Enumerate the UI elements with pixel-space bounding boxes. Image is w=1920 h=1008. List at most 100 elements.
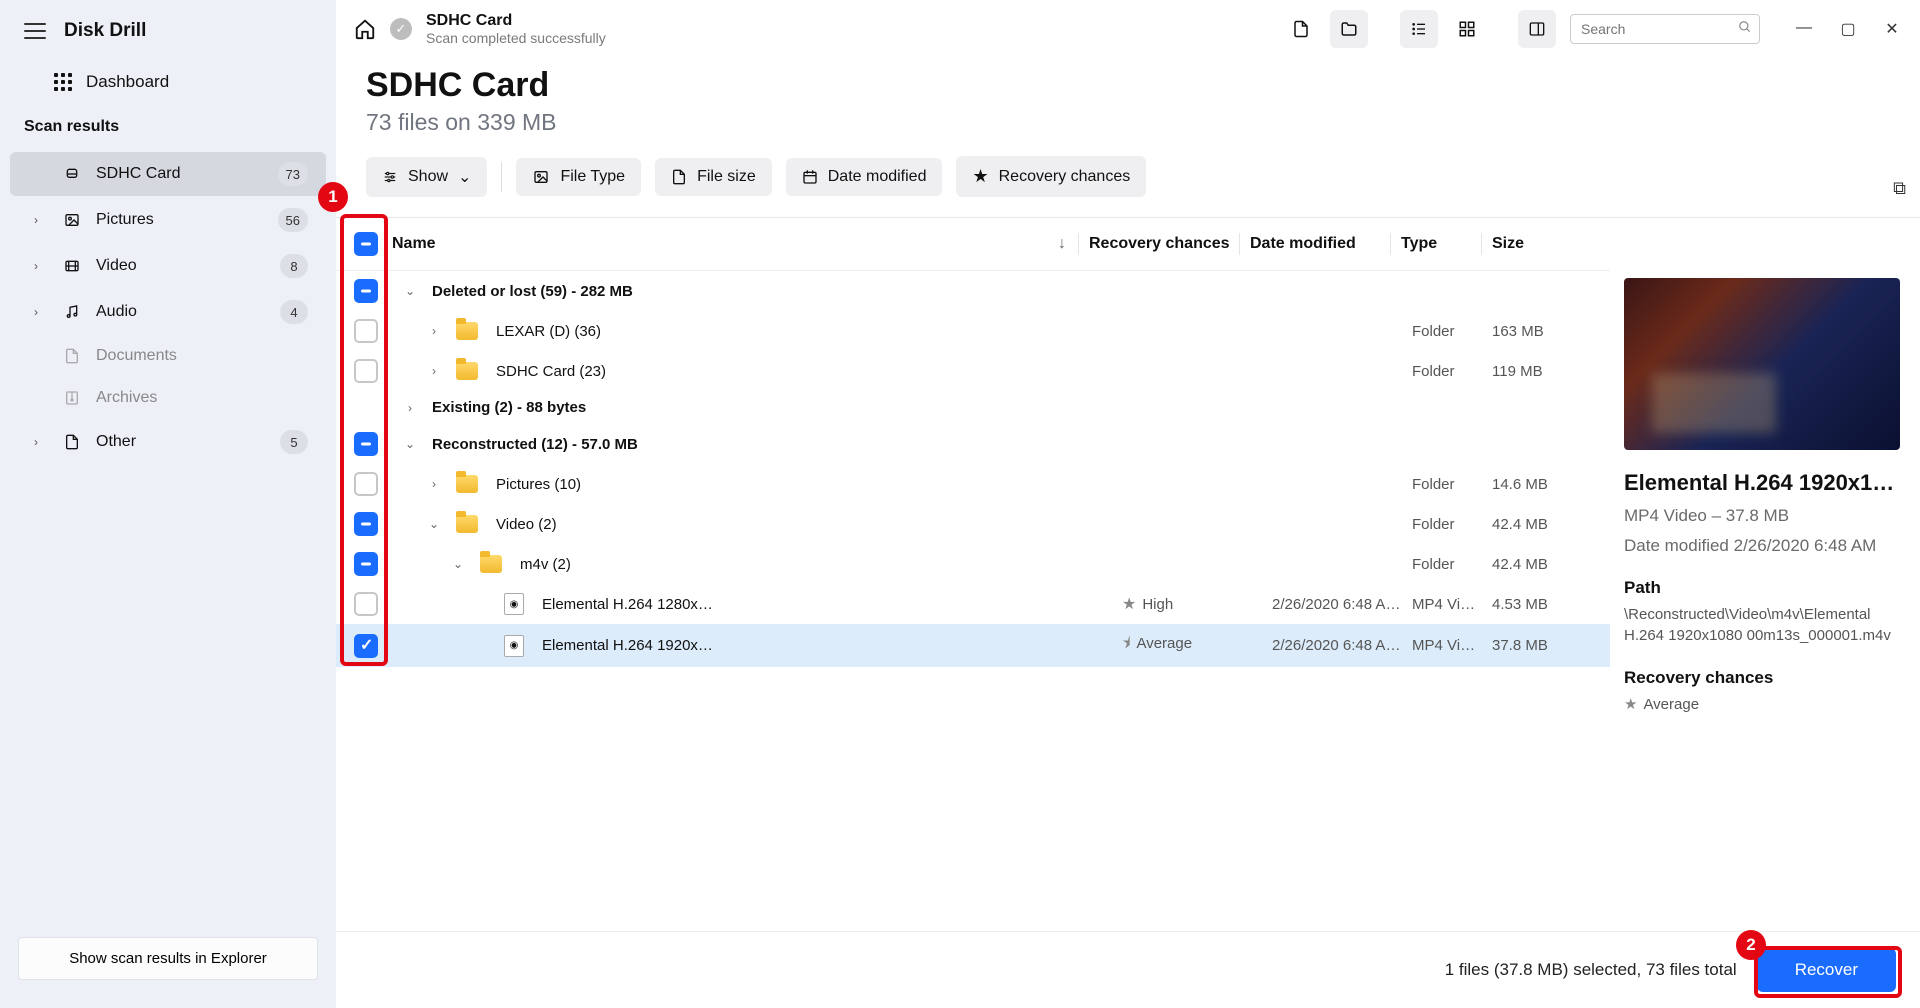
row-checkbox[interactable]: [354, 279, 378, 303]
row-name: LEXAR (D) (36): [496, 323, 601, 340]
preview-path-header: Path: [1624, 578, 1900, 598]
preview-recovery: ★Average: [1624, 694, 1900, 715]
audio-icon: [62, 302, 82, 322]
expand-toggle-icon[interactable]: ⌄: [400, 284, 420, 298]
row-checkbox[interactable]: [354, 634, 378, 658]
popout-icon[interactable]: ⧉: [1893, 178, 1906, 199]
row-type: MP4 Vi…: [1412, 637, 1492, 654]
star-icon: ★: [1122, 596, 1136, 613]
file-view-icon[interactable]: [1282, 10, 1320, 48]
table-group-row[interactable]: ⌄Reconstructed (12) - 57.0 MB: [336, 424, 1610, 464]
sidebar-item-archives[interactable]: Archives: [10, 378, 326, 418]
sidebar-item-other[interactable]: ›Other5: [10, 420, 326, 464]
drive-icon: [62, 166, 82, 182]
col-recovery-header[interactable]: Recovery chances: [1089, 235, 1239, 253]
divider: [501, 162, 502, 192]
col-size-header[interactable]: Size: [1492, 235, 1592, 253]
sidebar-item-documents[interactable]: Documents: [10, 336, 326, 376]
row-checkbox[interactable]: [354, 552, 378, 576]
filesize-label: File size: [697, 168, 756, 186]
row-size: 119 MB: [1492, 363, 1592, 380]
sidebar-item-count: 73: [278, 162, 308, 186]
table-header: Name↓ Recovery chances Date modified Typ…: [336, 218, 1610, 271]
row-checkbox[interactable]: [354, 472, 378, 496]
sidebar: Disk Drill Dashboard Scan results SDHC C…: [0, 0, 336, 1008]
filesize-filter-button[interactable]: File size: [655, 158, 772, 196]
breadcrumb-title: SDHC Card: [426, 12, 606, 30]
panel-toggle-icon[interactable]: [1518, 10, 1556, 48]
chevron-down-icon: ⌄: [458, 167, 471, 187]
datemod-filter-button[interactable]: Date modified: [786, 158, 943, 196]
row-date: 2/26/2020 6:48 A…: [1272, 596, 1412, 613]
row-type: MP4 Vi…: [1412, 596, 1492, 613]
col-date-header[interactable]: Date modified: [1250, 235, 1390, 253]
window-close-icon[interactable]: ✕: [1882, 19, 1902, 39]
picture-icon: [532, 169, 550, 185]
grid-view-icon[interactable]: [1448, 10, 1486, 48]
sidebar-item-label: Documents: [96, 347, 308, 365]
expand-toggle-icon[interactable]: ⌄: [448, 557, 468, 571]
window-minimize-icon[interactable]: —: [1794, 19, 1814, 39]
preview-title: Elemental H.264 1920x10…: [1624, 470, 1900, 496]
row-checkbox[interactable]: [354, 512, 378, 536]
sidebar-item-sdhc-card[interactable]: SDHC Card73: [10, 152, 326, 196]
sidebar-item-video[interactable]: ›Video8: [10, 244, 326, 288]
expand-toggle-icon[interactable]: ⌄: [424, 517, 444, 531]
main-panel: ✓ SDHC Card Scan completed successfully: [336, 0, 1920, 1008]
expand-toggle-icon[interactable]: ›: [400, 401, 420, 415]
window-maximize-icon[interactable]: ▢: [1838, 19, 1858, 39]
hamburger-icon[interactable]: [24, 23, 46, 39]
filetype-filter-button[interactable]: File Type: [516, 158, 641, 196]
search-field[interactable]: [1570, 14, 1760, 44]
row-size: 37.8 MB: [1492, 637, 1592, 654]
search-input[interactable]: [1570, 14, 1760, 44]
row-name: Video (2): [496, 516, 557, 533]
sidebar-item-dashboard[interactable]: Dashboard: [0, 60, 336, 110]
row-name: Elemental H.264 1920x…: [542, 637, 713, 654]
row-checkbox[interactable]: [354, 359, 378, 383]
row-type: Folder: [1412, 516, 1492, 533]
recovery-filter-button[interactable]: ★ Recovery chances: [956, 156, 1146, 197]
row-type: Folder: [1412, 556, 1492, 573]
preview-path: \Reconstructed\Video\m4v\Elemental H.264…: [1624, 604, 1900, 646]
table-row[interactable]: ◉Elemental H.264 1920x…⯨Average2/26/2020…: [336, 624, 1610, 667]
dashboard-label: Dashboard: [86, 72, 169, 92]
doc-icon: [62, 346, 82, 366]
recover-button[interactable]: Recover: [1757, 948, 1896, 992]
folder-view-icon[interactable]: [1330, 10, 1368, 48]
show-in-explorer-button[interactable]: Show scan results in Explorer: [18, 937, 318, 980]
sidebar-section-header: Scan results: [0, 110, 336, 150]
table-group-row[interactable]: ⌄Deleted or lost (59) - 282 MB: [336, 271, 1610, 311]
sidebar-item-count: 4: [280, 300, 308, 324]
home-icon[interactable]: [354, 18, 376, 40]
row-checkbox[interactable]: [354, 432, 378, 456]
row-checkbox[interactable]: [354, 592, 378, 616]
table-row[interactable]: ›Pictures (10)Folder14.6 MB: [336, 464, 1610, 504]
table-group-row[interactable]: ›Existing (2) - 88 bytes: [336, 391, 1610, 424]
table-row[interactable]: ⌄m4v (2)Folder42.4 MB: [336, 544, 1610, 584]
folder-icon: [480, 555, 502, 573]
select-all-checkbox[interactable]: [354, 232, 378, 256]
expand-toggle-icon[interactable]: ›: [424, 364, 444, 378]
sidebar-item-audio[interactable]: ›Audio4: [10, 290, 326, 334]
sidebar-item-pictures[interactable]: ›Pictures56: [10, 198, 326, 242]
expand-toggle-icon[interactable]: ⌄: [400, 437, 420, 451]
expand-toggle-icon[interactable]: ›: [424, 477, 444, 491]
row-size: 42.4 MB: [1492, 516, 1592, 533]
sidebar-item-count: 56: [278, 208, 308, 232]
col-type-header[interactable]: Type: [1401, 235, 1481, 253]
table-row[interactable]: ⌄ Video (2) Folder42.4 MB: [336, 504, 1610, 544]
row-checkbox[interactable]: [354, 319, 378, 343]
col-name-header[interactable]: Name: [392, 235, 436, 253]
table-row[interactable]: ›SDHC Card (23)Folder119 MB: [336, 351, 1610, 391]
sidebar-item-count: 5: [280, 430, 308, 454]
show-filter-button[interactable]: Show ⌄: [366, 157, 487, 197]
expand-toggle-icon[interactable]: ›: [424, 324, 444, 338]
row-type: Folder: [1412, 476, 1492, 493]
table-row[interactable]: ›LEXAR (D) (36)Folder163 MB: [336, 311, 1610, 351]
list-view-icon[interactable]: [1400, 10, 1438, 48]
star-icon: ★: [972, 166, 988, 187]
row-size: 4.53 MB: [1492, 596, 1592, 613]
filetype-label: File Type: [560, 168, 625, 186]
table-row[interactable]: ◉Elemental H.264 1280x…★High2/26/2020 6:…: [336, 584, 1610, 624]
